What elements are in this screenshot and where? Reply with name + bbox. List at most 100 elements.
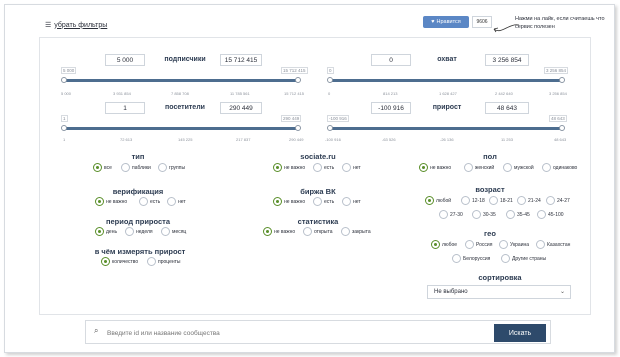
measure-option-percent[interactable]: проценты xyxy=(147,257,181,266)
radio-icon xyxy=(313,197,322,206)
tick: 11 253 xyxy=(501,137,513,142)
visitors-min-flag: 1 xyxy=(61,115,68,122)
sort-selected-value: Не выбрано xyxy=(434,289,468,295)
visitors-min-input[interactable]: 1 xyxy=(105,102,145,114)
verification-option-no[interactable]: нет xyxy=(167,197,186,206)
stats-option-any[interactable]: не важно xyxy=(263,227,295,236)
radio-icon xyxy=(95,227,104,236)
radio-icon xyxy=(461,196,470,205)
visitors-max-handle[interactable] xyxy=(295,124,301,131)
visitors-label: посетители xyxy=(165,104,205,111)
radio-icon xyxy=(425,196,434,205)
verification-option-any[interactable]: не важно xyxy=(95,197,127,206)
tick: 5 000 xyxy=(61,91,72,96)
tick: -63 526 xyxy=(382,137,396,142)
tick: -26 136 xyxy=(440,137,454,142)
search-button[interactable]: Искать xyxy=(494,324,546,342)
subscribers-min-flag: 5 000 xyxy=(61,67,77,74)
radio-icon xyxy=(419,163,428,172)
subscribers-max-input[interactable]: 15 712 415 xyxy=(220,54,262,66)
reach-max-handle[interactable] xyxy=(559,76,565,83)
type-option-publics[interactable]: паблики xyxy=(121,163,151,172)
radio-icon xyxy=(431,240,440,249)
sort-select[interactable]: Не выбрано ⌄ xyxy=(427,285,571,299)
subscribers-min-input[interactable]: 5 000 xyxy=(105,54,145,66)
growth-min-handle[interactable] xyxy=(327,124,333,131)
tick: 3 931 854 xyxy=(113,91,131,96)
radio-icon xyxy=(313,163,322,172)
geo-option-any[interactable]: любое xyxy=(431,240,457,249)
gender-option-male[interactable]: мужской xyxy=(503,163,534,172)
age-option-12-18[interactable]: 12-18 xyxy=(461,196,485,205)
tick: 72 613 xyxy=(120,137,133,142)
growth-slider[interactable] xyxy=(327,124,565,131)
subscribers-min-handle[interactable] xyxy=(61,76,67,83)
radio-icon xyxy=(452,254,461,263)
reach-min-input[interactable]: 0 xyxy=(371,54,411,66)
filters-toggle[interactable]: ☰ убрать фильтры xyxy=(45,19,107,31)
age-option-18-21[interactable]: 18-21 xyxy=(489,196,513,205)
radio-icon xyxy=(93,163,102,172)
subscribers-max-handle[interactable] xyxy=(295,76,301,83)
growth-period-option-day[interactable]: день xyxy=(95,227,117,236)
growth-max-handle[interactable] xyxy=(559,124,565,131)
search-input[interactable] xyxy=(105,323,489,343)
type-option-groups[interactable]: группы xyxy=(158,163,185,172)
age-option-45-100[interactable]: 45-100 xyxy=(537,210,564,219)
growth-min-input[interactable]: -100 916 xyxy=(371,102,411,114)
radio-icon xyxy=(439,210,448,219)
geo-option-kazakhstan[interactable]: Казахстан xyxy=(536,240,570,249)
stats-option-open[interactable]: открыта xyxy=(303,227,333,236)
vk-exchange-option-yes[interactable]: есть xyxy=(313,197,334,206)
radio-icon xyxy=(161,227,170,236)
radio-icon xyxy=(167,197,176,206)
sliders-icon: ☰ xyxy=(45,22,52,29)
like-button[interactable]: ♥ Нравится xyxy=(423,16,469,28)
geo-option-ukraine[interactable]: Украина xyxy=(499,240,529,249)
sociate-option-yes[interactable]: есть xyxy=(313,163,334,172)
growth-label: прирост xyxy=(432,104,462,111)
age-option-30-35[interactable]: 30-35 xyxy=(472,210,496,219)
reach-min-handle[interactable] xyxy=(327,76,333,83)
radio-icon xyxy=(273,163,282,172)
growth-period-option-month[interactable]: месяц xyxy=(161,227,186,236)
geo-option-russia[interactable]: Россия xyxy=(465,240,492,249)
age-option-any[interactable]: любой xyxy=(425,196,451,205)
measure-option-count[interactable]: количество xyxy=(101,257,138,266)
visitors-slider[interactable] xyxy=(61,124,301,131)
growth-max-input[interactable]: 48 643 xyxy=(485,102,529,114)
gender-option-equal[interactable]: одинаково xyxy=(542,163,577,172)
age-option-21-24[interactable]: 21-24 xyxy=(517,196,541,205)
reach-slider[interactable] xyxy=(327,76,565,83)
sociate-option-any[interactable]: не важно xyxy=(273,163,305,172)
subscribers-slider[interactable] xyxy=(61,76,301,83)
tick: 11 785 561 xyxy=(230,91,250,96)
age-option-35-45[interactable]: 35-45 xyxy=(506,210,530,219)
growth-period-option-week[interactable]: неделя xyxy=(125,227,153,236)
reach-max-input[interactable]: 3 256 854 xyxy=(485,54,529,66)
verification-option-yes[interactable]: есть xyxy=(139,197,160,206)
sociate-option-no[interactable]: нет xyxy=(342,163,361,172)
stats-option-closed[interactable]: закрыта xyxy=(341,227,371,236)
visitors-min-handle[interactable] xyxy=(61,124,67,131)
radio-icon xyxy=(465,240,474,249)
vk-exchange-option-any[interactable]: не важно xyxy=(273,197,305,206)
geo-option-belarus[interactable]: Белоруссия xyxy=(452,254,490,263)
radio-icon xyxy=(342,163,351,172)
tick: 2 442 640 xyxy=(495,91,513,96)
gender-option-female[interactable]: женский xyxy=(464,163,494,172)
type-option-all[interactable]: все xyxy=(93,163,112,172)
age-option-27-30[interactable]: 27-30 xyxy=(439,210,463,219)
tick: 0 xyxy=(328,91,331,96)
age-option-24-27[interactable]: 24-27 xyxy=(546,196,570,205)
visitors-max-input[interactable]: 290 449 xyxy=(220,102,262,114)
gender-option-any[interactable]: не важно xyxy=(419,163,451,172)
vk-exchange-option-no[interactable]: нет xyxy=(342,197,361,206)
like-count: 9606 xyxy=(472,16,492,28)
age-title: возраст xyxy=(475,185,505,194)
filters-label: убрать фильтры xyxy=(54,21,108,29)
radio-icon xyxy=(125,227,134,236)
verification-title: верификация xyxy=(112,187,164,196)
subscribers-max-flag: 15 712 415 xyxy=(281,67,308,74)
geo-option-other[interactable]: Другие страны xyxy=(501,254,546,263)
